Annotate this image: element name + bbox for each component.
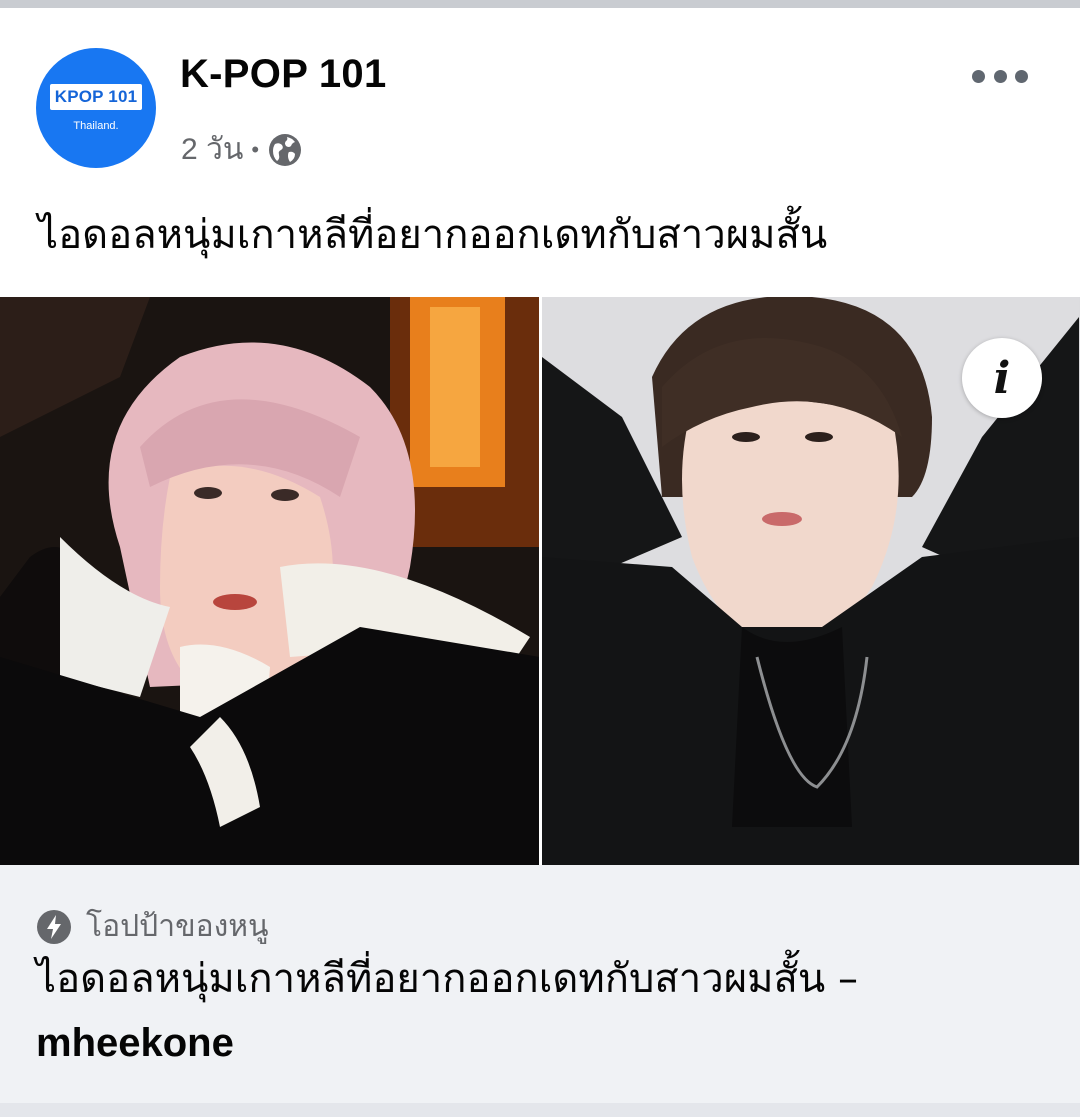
link-preview-card[interactable]: โอปป้าของหนู ไอดอลหนุ่มเกาหลีที่อยากออกเ…	[0, 865, 1080, 1103]
avatar-logo-subtext: Thailand.	[73, 120, 119, 132]
link-source-row: โอปป้าของหนู	[36, 903, 269, 950]
link-domain: mheekone	[36, 1021, 234, 1065]
post-meta: 2 วัน •	[181, 126, 303, 173]
feed-divider-bottom	[0, 1103, 1080, 1117]
page-avatar[interactable]: KPOP 101 Thailand.	[36, 48, 156, 168]
meta-separator: •	[251, 136, 260, 162]
avatar-logo-text: KPOP 101	[50, 84, 142, 110]
post-media[interactable]	[0, 297, 1080, 865]
page-name[interactable]: K-POP 101	[180, 52, 387, 97]
photo-left[interactable]	[0, 297, 539, 865]
post-caption: ไอดอลหนุ่มเกาหลีที่อยากออกเดทกับสาวผมสั้…	[38, 212, 828, 258]
post-time[interactable]: 2 วัน	[181, 126, 243, 173]
more-horizontal-icon[interactable]	[972, 58, 1028, 94]
globe-icon	[267, 132, 303, 168]
link-title[interactable]: ไอดอลหนุ่มเกาหลีที่อยากออกเดทกับสาวผมสั้…	[36, 947, 1046, 1075]
link-title-text: ไอดอลหนุ่มเกาหลีที่อยากออกเดทกับสาวผมสั้…	[36, 956, 858, 1002]
info-icon[interactable]: i	[962, 338, 1042, 418]
bolt-icon	[36, 909, 72, 945]
link-source: โอปป้าของหนู	[86, 909, 269, 944]
feed-divider	[0, 0, 1080, 8]
post-header: KPOP 101 Thailand. K-POP 101 2 วัน • ไอด…	[0, 8, 1080, 296]
